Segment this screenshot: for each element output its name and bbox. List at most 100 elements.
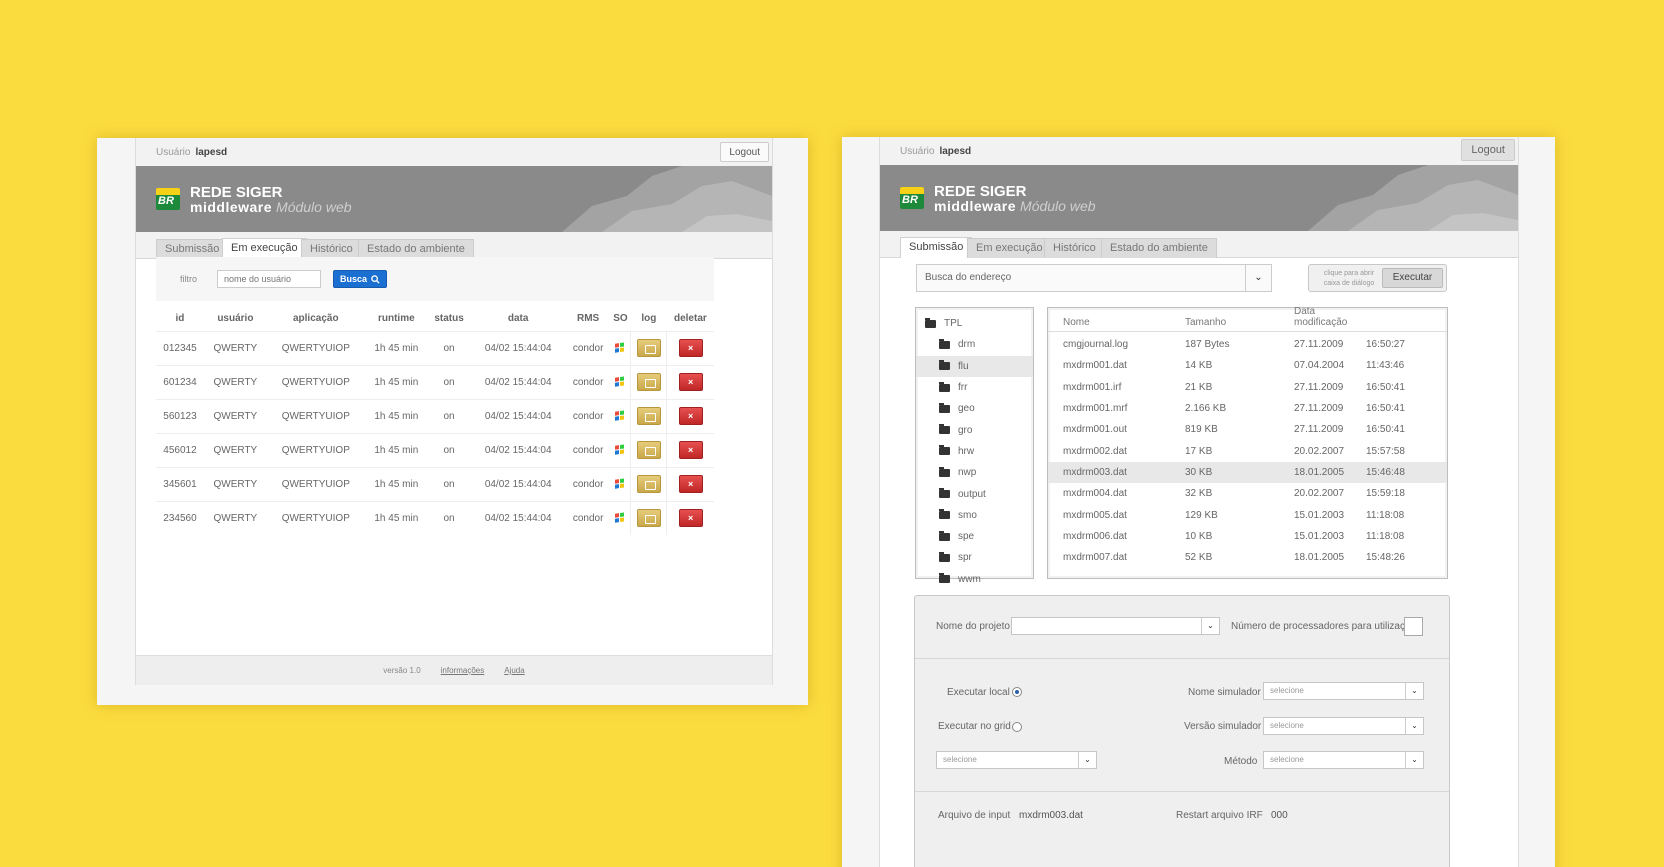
tree-item-hrw[interactable]: hrw — [916, 441, 1033, 462]
dialog-hint[interactable]: clique para abrir caixa de diálogo — [1317, 269, 1381, 289]
file-date: 15.01.2003 — [1294, 530, 1345, 542]
simulator-version-select[interactable]: selecione ⌄ — [1263, 717, 1424, 735]
delete-button[interactable]: × — [678, 339, 703, 357]
tab-historico[interactable]: Histórico — [301, 239, 362, 259]
tab-estado-ambiente[interactable]: Estado do ambiente — [358, 239, 474, 259]
run-grid-radio[interactable] — [1012, 722, 1022, 732]
tree-item-output[interactable]: output — [916, 483, 1033, 504]
folder-icon — [939, 509, 950, 520]
job-id: 345601 — [156, 466, 204, 501]
file-row[interactable]: mxdrm007.dat 52 KB 18.01.2005 15:48:26 — [1048, 547, 1447, 568]
log-cell — [630, 466, 667, 501]
tree-item-nwp[interactable]: nwp — [916, 462, 1033, 483]
folder-icon — [939, 338, 950, 349]
tab-submissao[interactable]: Submissão — [900, 237, 973, 258]
file-time: 16:50:41 — [1366, 424, 1405, 436]
file-row[interactable]: mxdrm002.dat 17 KB 20.02.2007 15:57:58 — [1048, 440, 1447, 461]
folder-icon — [939, 551, 950, 562]
method-select[interactable]: selecione ⌄ — [1263, 751, 1424, 769]
petrobras-logo: BR — [156, 188, 180, 210]
chevron-down-icon[interactable]: ⌄ — [1201, 618, 1219, 634]
tree-item-label: nwp — [958, 467, 977, 479]
column-size[interactable]: Tamanho — [1185, 317, 1294, 328]
tree-item-spr[interactable]: spr — [916, 547, 1033, 568]
header-banner: BR REDE SIGER middleware Módulo web — [880, 165, 1518, 231]
file-row[interactable]: mxdrm001.irf 21 KB 27.11.2009 16:50:41 — [1048, 377, 1447, 398]
log-folder-button[interactable] — [636, 339, 661, 357]
tree-item-TPL[interactable]: TPL — [916, 313, 1033, 334]
file-time: 15:46:48 — [1366, 466, 1405, 478]
submission-form: Nome do projeto ⌄ Número de processadore… — [914, 595, 1450, 867]
delete-cell: × — [666, 432, 714, 467]
job-runtime: 1h 45 min — [364, 466, 428, 501]
file-name: mxdrm001.out — [1063, 424, 1127, 436]
file-time: 11:18:08 — [1366, 530, 1405, 542]
delete-button[interactable]: × — [678, 373, 703, 391]
job-user: QWERTY — [203, 466, 267, 501]
log-folder-button[interactable] — [636, 407, 661, 425]
processors-input[interactable] — [1404, 617, 1423, 636]
job-runtime: 1h 45 min — [364, 398, 428, 433]
file-row[interactable]: mxdrm003.dat 30 KB 18.01.2005 15:46:48 — [1048, 461, 1447, 484]
file-name: mxdrm003.dat — [1063, 466, 1127, 478]
tree-item-smo[interactable]: smo — [916, 505, 1033, 526]
simulator-name-select[interactable]: selecione ⌄ — [1263, 682, 1424, 700]
file-row[interactable]: mxdrm006.dat 10 KB 15.01.2003 11:18:08 — [1048, 526, 1447, 547]
run-local-radio[interactable] — [1012, 687, 1022, 697]
tab-em-execucao[interactable]: Em execução — [222, 238, 307, 259]
execute-button[interactable]: Executar — [1382, 268, 1443, 288]
file-row[interactable]: cmgjournal.log 187 Bytes 27.11.2009 16:50:2… — [1048, 334, 1447, 355]
tab-submissao[interactable]: Submissão — [156, 239, 229, 259]
tree-item-geo[interactable]: geo — [916, 398, 1033, 419]
tree-item-label: drm — [958, 339, 976, 351]
divider — [915, 658, 1449, 659]
log-folder-button[interactable] — [636, 441, 661, 459]
folder-icon — [925, 317, 936, 328]
tree-item-frr[interactable]: frr — [916, 377, 1033, 398]
tree-item-wwm[interactable]: wwm — [916, 569, 1033, 590]
tab-bar: Submissão Em execução Histórico Estado d… — [880, 231, 1518, 258]
column-name[interactable]: Nome — [1048, 317, 1185, 328]
tree-item-gro[interactable]: gro — [916, 419, 1033, 440]
search-button[interactable]: Busca — [333, 270, 388, 288]
user-filter-input[interactable] — [217, 270, 322, 288]
tree-item-drm[interactable]: drm — [916, 334, 1033, 355]
input-file-label: Arquivo de input — [938, 810, 1011, 821]
delete-button[interactable]: × — [678, 509, 703, 528]
file-dialog-box: clique para abrir caixa de diálogo Execu… — [1308, 264, 1447, 292]
job-rms: condor — [566, 398, 611, 433]
grid-select[interactable]: selecione ⌄ — [936, 751, 1097, 769]
log-folder-button[interactable] — [636, 475, 661, 493]
delete-button[interactable]: × — [678, 441, 703, 459]
column-modified[interactable]: Data modificação — [1294, 306, 1366, 328]
info-link[interactable]: informações — [441, 666, 485, 675]
file-date: 18.01.2005 — [1294, 552, 1345, 564]
divider — [915, 791, 1449, 792]
file-row[interactable]: mxdrm004.dat 32 KB 20.02.2007 15:59:18 — [1048, 483, 1447, 504]
chevron-down-icon[interactable]: ⌄ — [1078, 752, 1096, 768]
file-row[interactable]: mxdrm001.mrf 2.166 KB 27.11.2009 16:50:41 — [1048, 398, 1447, 419]
tree-item-spe[interactable]: spe — [916, 526, 1033, 547]
tab-estado-ambiente[interactable]: Estado do ambiente — [1101, 238, 1217, 258]
project-name-select[interactable]: ⌄ — [1011, 617, 1220, 635]
version-text: versão 1.0 — [383, 666, 421, 675]
table-row: 234560 QWERTY QWERTYUIOP 1h 45 min on 04/02 1… — [156, 500, 714, 535]
help-link[interactable]: Ajuda — [504, 666, 524, 675]
file-row[interactable]: mxdrm001.dat 14 KB 07.04.2004 11:43:46 — [1048, 355, 1447, 376]
log-folder-button[interactable] — [636, 373, 661, 391]
address-search-dropdown[interactable]: Busca do endereço ⌄ — [916, 264, 1272, 292]
chevron-down-icon[interactable]: ⌄ — [1405, 683, 1423, 699]
tree-item-flu[interactable]: flu — [916, 355, 1033, 377]
file-row[interactable]: mxdrm005.dat 129 KB 15.01.2003 11:18:08 — [1048, 504, 1447, 525]
delete-button[interactable]: × — [678, 475, 703, 493]
delete-button[interactable]: × — [678, 407, 703, 425]
chevron-down-icon[interactable]: ⌄ — [1245, 265, 1271, 291]
file-row[interactable]: mxdrm001.out 819 KB 27.11.2009 16:50:41 — [1048, 419, 1447, 440]
logout-button[interactable]: Logout — [1461, 139, 1515, 161]
logout-button[interactable]: Logout — [720, 142, 769, 162]
log-folder-button[interactable] — [636, 509, 661, 528]
chevron-down-icon[interactable]: ⌄ — [1405, 752, 1423, 768]
tab-em-execucao[interactable]: Em execução — [967, 238, 1052, 258]
chevron-down-icon[interactable]: ⌄ — [1405, 718, 1423, 734]
tab-historico[interactable]: Histórico — [1044, 238, 1105, 258]
